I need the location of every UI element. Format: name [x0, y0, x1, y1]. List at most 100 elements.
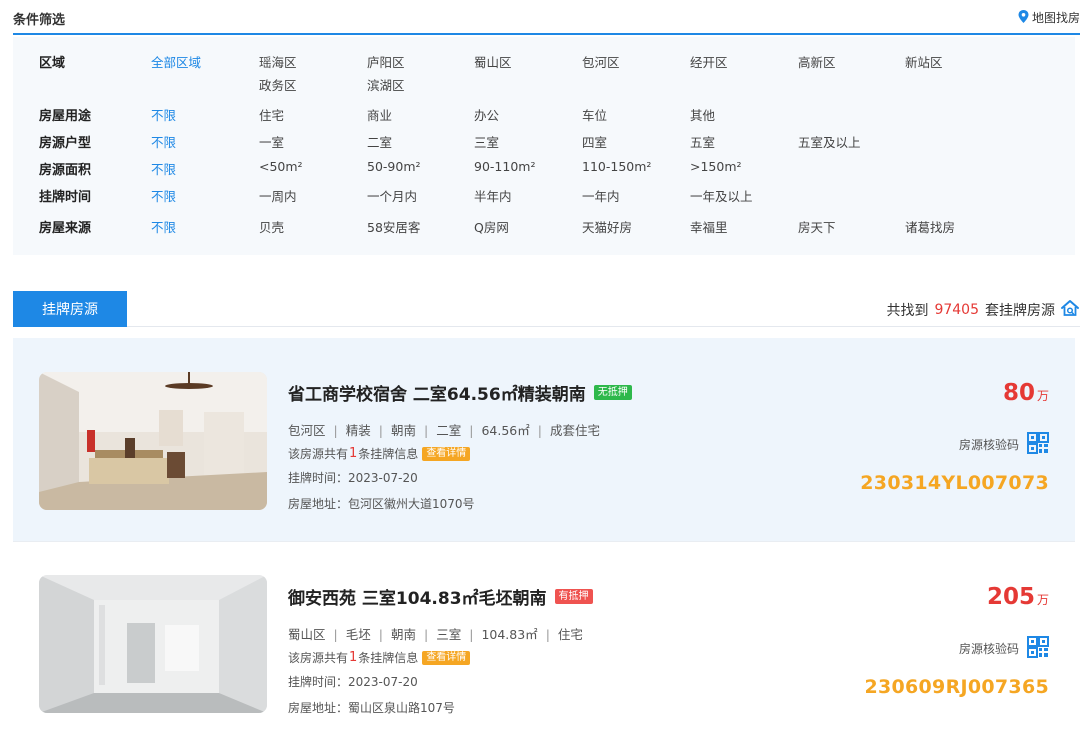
- attr-area: 64.56㎡: [481, 423, 530, 438]
- listing-address: 房屋地址：包河区徽州大道1070号: [288, 497, 475, 511]
- attr-decoration: 精装: [345, 423, 371, 438]
- mortgage-badge: 无抵押: [593, 385, 632, 400]
- qr-code-icon[interactable]: [1019, 636, 1049, 661]
- filter-option[interactable]: 110-150m²: [582, 159, 651, 174]
- listing-photo[interactable]: [39, 372, 267, 510]
- listing-attributes: 蜀山区 | 毛坯 | 朝南 | 三室 | 104.83㎡ | 住宅: [288, 627, 583, 642]
- view-detail-button[interactable]: 查看详情: [422, 650, 471, 665]
- tab-listed-homes[interactable]: 挂牌房源: [13, 291, 127, 327]
- filter-option[interactable]: 幸福里: [690, 217, 728, 236]
- filter-option[interactable]: 一室: [259, 132, 284, 151]
- filter-option[interactable]: 包河区: [582, 52, 620, 71]
- info-prefix: 该房源共有: [288, 651, 349, 665]
- info-suffix: 条挂牌信息: [358, 651, 419, 665]
- listing-card[interactable]: 御安西苑 三室104.83㎡毛坯朝南 有抵押 蜀山区 | 毛坯 | 朝南 | 三室 | 104.…: [13, 542, 1075, 731]
- filter-option[interactable]: 办公: [474, 105, 499, 124]
- price-unit: 万: [1036, 593, 1049, 607]
- filter-option[interactable]: 蜀山区: [474, 52, 512, 71]
- filter-option[interactable]: 新站区: [905, 52, 943, 71]
- filter-option[interactable]: 不限: [151, 132, 176, 151]
- price-unit: 万: [1036, 389, 1049, 403]
- listing-info: 该房源共有 1 条挂牌信息 查看详情: [288, 445, 471, 462]
- filter-option[interactable]: 一个月内: [367, 186, 417, 205]
- attr-district: 包河区: [288, 423, 326, 438]
- filter-option[interactable]: 天猫好房: [582, 217, 632, 236]
- price-value: 205: [986, 584, 1035, 610]
- filter-option[interactable]: 不限: [151, 186, 176, 205]
- listing-card[interactable]: 省工商学校宿舍 二室64.56㎡精装朝南 无抵押 包河区 | 精装 | 朝南 | 二室 | 64…: [13, 338, 1075, 541]
- listing-address: 房屋地址：蜀山区泉山路107号: [288, 701, 455, 715]
- filter-option[interactable]: 住宅: [259, 105, 284, 124]
- filter-option[interactable]: 五室: [690, 132, 715, 151]
- filter-label: 房屋用途: [39, 109, 92, 124]
- filter-option[interactable]: 瑶海区: [259, 52, 297, 71]
- filter-option[interactable]: 政务区: [259, 75, 297, 94]
- filter-option[interactable]: 四室: [582, 132, 607, 151]
- filter-option[interactable]: 滨湖区: [367, 75, 405, 94]
- filter-option[interactable]: 全部区域: [151, 52, 201, 71]
- filter-option[interactable]: 一周内: [259, 186, 297, 205]
- listing-title[interactable]: 省工商学校宿舍 二室64.56㎡精装朝南: [288, 380, 586, 405]
- filter-option[interactable]: 诸葛找房: [905, 217, 955, 236]
- listing-attributes: 包河区 | 精装 | 朝南 | 二室 | 64.56㎡ | 成套住宅: [288, 423, 600, 438]
- filter-option[interactable]: >150m²: [690, 159, 742, 174]
- listing-photo[interactable]: [39, 575, 267, 713]
- filter-option[interactable]: 商业: [367, 105, 392, 124]
- filter-option[interactable]: 半年内: [474, 186, 512, 205]
- verify-code: 230314YL007073: [860, 472, 1049, 494]
- filter-option[interactable]: 三室: [474, 132, 499, 151]
- attr-rooms: 二室: [436, 423, 462, 438]
- attr-orientation: 朝南: [390, 627, 416, 642]
- filter-option[interactable]: 五室及以上: [798, 132, 861, 151]
- filter-option[interactable]: 经开区: [690, 52, 728, 71]
- info-count: 1: [349, 446, 358, 461]
- qr-code-icon[interactable]: [1019, 432, 1049, 457]
- listing-title-row: 省工商学校宿舍 二室64.56㎡精装朝南 无抵押: [288, 380, 632, 405]
- result-count: 共找到 97405 套挂牌房源: [886, 299, 1080, 321]
- listing-price: 80 万: [1003, 380, 1049, 406]
- filter-label: 区域: [39, 56, 66, 71]
- verify-row: 房源核验码: [959, 636, 1049, 661]
- filter-option[interactable]: 贝壳: [259, 217, 284, 236]
- filter-option[interactable]: 一年内: [582, 186, 620, 205]
- attr-type: 成套住宅: [549, 423, 600, 438]
- listing-time: 挂牌时间：2023-07-20: [288, 675, 418, 689]
- attr-decoration: 毛坯: [345, 627, 371, 642]
- filter-option[interactable]: 高新区: [798, 52, 836, 71]
- listing-time: 挂牌时间：2023-07-20: [288, 471, 418, 485]
- filter-title: 条件筛选: [13, 13, 66, 28]
- map-search-label: 地图找房: [1031, 11, 1080, 25]
- verify-row: 房源核验码: [959, 432, 1049, 457]
- filter-option[interactable]: 50-90m²: [367, 159, 421, 174]
- attr-type: 住宅: [557, 627, 583, 642]
- filter-option[interactable]: 二室: [367, 132, 392, 151]
- filter-option[interactable]: 房天下: [798, 217, 836, 236]
- location-pin-icon: [1018, 9, 1032, 26]
- filter-option[interactable]: 58安居客: [367, 217, 420, 236]
- listing-title[interactable]: 御安西苑 三室104.83㎡毛坯朝南: [288, 584, 547, 609]
- house-icon[interactable]: [1055, 299, 1080, 321]
- filter-option[interactable]: <50m²: [259, 159, 303, 174]
- filter-option[interactable]: 不限: [151, 159, 176, 178]
- map-search-link[interactable]: 地图找房: [1018, 9, 1080, 26]
- listing-info: 该房源共有 1 条挂牌信息 查看详情: [288, 649, 471, 666]
- attr-area: 104.83㎡: [481, 627, 538, 642]
- filter-option[interactable]: 不限: [151, 105, 176, 124]
- filter-option[interactable]: 庐阳区: [367, 52, 405, 71]
- filter-option[interactable]: 一年及以上: [690, 186, 753, 205]
- verify-code: 230609RJ007365: [864, 676, 1049, 698]
- view-detail-button[interactable]: 查看详情: [422, 446, 471, 461]
- info-prefix: 该房源共有: [288, 447, 349, 461]
- filter-label: 挂牌时间: [39, 190, 92, 205]
- price-value: 80: [1002, 380, 1035, 406]
- filter-option[interactable]: 90-110m²: [474, 159, 535, 174]
- filter-option[interactable]: 车位: [582, 105, 607, 124]
- listing-title-row: 御安西苑 三室104.83㎡毛坯朝南 有抵押: [288, 584, 593, 609]
- filter-option[interactable]: 不限: [151, 217, 176, 236]
- filter-option[interactable]: Q房网: [474, 217, 509, 236]
- filter-option[interactable]: 其他: [690, 105, 715, 124]
- mortgage-badge: 有抵押: [554, 589, 593, 604]
- count-suffix: 套挂牌房源: [985, 303, 1055, 319]
- filter-label: 房屋来源: [39, 221, 92, 236]
- listing-tab-bar: 挂牌房源 共找到 97405 套挂牌房源: [13, 291, 1080, 327]
